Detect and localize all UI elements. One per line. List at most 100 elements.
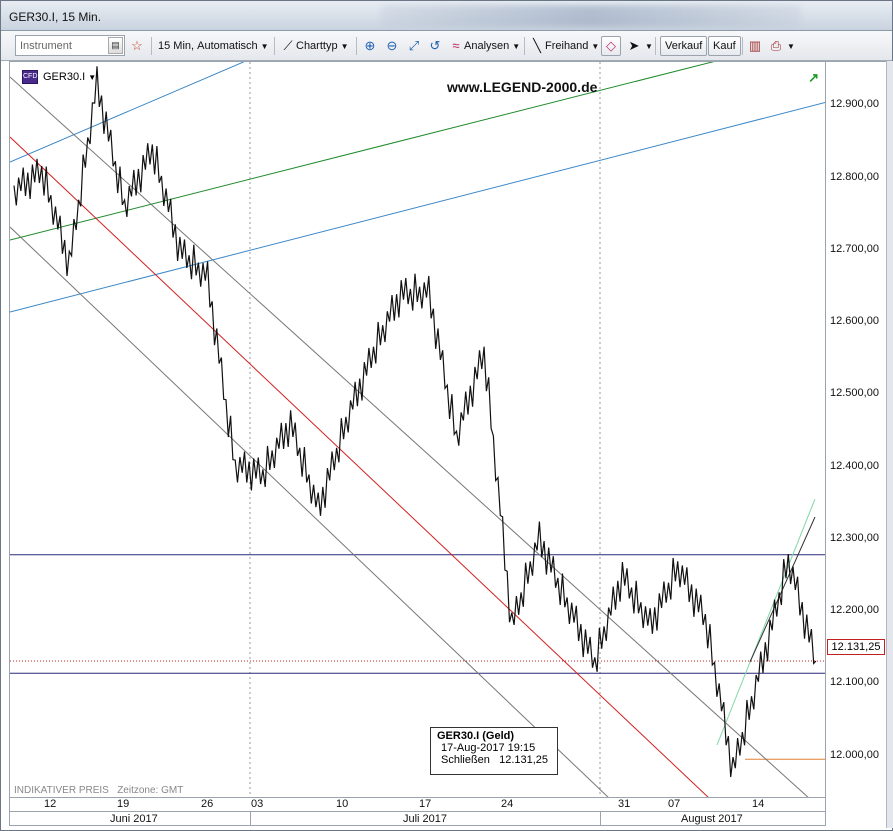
verkauf-label: Verkauf [660, 36, 708, 56]
chevron-down-icon: ▼ [591, 41, 600, 51]
zoom-in-button[interactable]: ⊕ [362, 35, 378, 57]
toolbar-divider [151, 37, 152, 55]
tooltip-close: Schließen 12.131,25 [441, 754, 551, 766]
current-price-badge: 12.131,25 [827, 639, 885, 655]
tooltip-datetime: 17-Aug-2017 19:15 [441, 742, 536, 754]
chevron-down-icon: ▼ [645, 41, 653, 51]
fit-button[interactable]: ⤢ [406, 35, 422, 57]
gray-channel-lower [10, 226, 609, 797]
symbol-label: GER30.I [43, 71, 86, 83]
kauf-button[interactable]: Kauf [708, 35, 741, 57]
tooltip-close-value: 12.131,25 [499, 754, 549, 766]
chart-options-button[interactable]: ▥ [747, 35, 763, 57]
time-axis-divider [10, 811, 825, 812]
line-chart-icon: ⟋ [283, 38, 293, 53]
green-channel-line [10, 62, 715, 241]
indicator-icon: ☆ [131, 38, 143, 53]
time-axis-label: 07 [668, 798, 681, 810]
time-axis-label: 03 [251, 798, 264, 810]
indicator-button[interactable]: ☆ [129, 35, 145, 57]
chart-toolbar: Instrument ▤ ☆ 15 Min, Automatisch ▼ ⟋ C… [1, 31, 892, 61]
price-axis[interactable]: 12.000,00 12.100,00 12.200,00 12.300,00 12.4… [826, 61, 886, 798]
scale-label: Automatisch [197, 40, 258, 52]
indicative-label: INDIKATIVER PREIS [14, 785, 109, 796]
price-axis-label: 12.500,00 [830, 387, 879, 400]
red-channel-line [10, 136, 709, 797]
price-axis-label: 12.200,00 [830, 604, 879, 617]
chevron-down-icon: ▼ [260, 41, 269, 51]
time-axis-label: 24 [501, 798, 514, 810]
price-tooltip: GER30.I (Geld) 17-Aug-2017 19:15 Schließ… [430, 727, 558, 775]
tooltip-close-label: Schließen [441, 754, 490, 766]
price-axis-label: 12.900,00 [830, 98, 879, 111]
analysen-label: Analysen [464, 40, 510, 52]
price-axis-label: 12.100,00 [830, 676, 879, 689]
price-line [13, 66, 817, 778]
title-bar-blurred-area [381, 5, 801, 27]
time-axis-label: 14 [752, 798, 765, 810]
price-axis-label: 12.800,00 [830, 170, 879, 183]
indicative-price-note: INDIKATIVER PREIS Zeitzone: GMT [14, 785, 183, 796]
eraser-icon: ◇ [601, 36, 621, 56]
verkauf-button[interactable]: Verkauf [660, 35, 708, 57]
instrument-list-icon[interactable]: ▤ [108, 37, 123, 54]
print-dropdown[interactable]: ⎙ ▼ [768, 35, 795, 57]
chevron-down-icon: ▼ [512, 41, 521, 51]
zoom-out-button[interactable]: ⊖ [384, 35, 400, 57]
blue-channel-upper [10, 62, 245, 163]
charttype-dropdown[interactable]: ⟋ Charttyp ▼ [280, 35, 349, 57]
price-axis-label: 12.600,00 [830, 315, 879, 328]
pointer-dropdown[interactable]: ➤ ▼ [626, 35, 653, 57]
draw-line-icon: ╲ [533, 38, 541, 53]
freihand-label: Freihand [545, 40, 589, 52]
time-axis[interactable]: 12 19 26 03 10 17 24 31 07 14 Juni 2017 Juli 2017 Au… [9, 798, 826, 826]
refresh-button[interactable]: ↺ [427, 35, 443, 57]
right-scrollbar[interactable] [886, 61, 893, 828]
green-uptrend-upper [716, 498, 816, 746]
fit-icon: ⤢ [408, 38, 420, 53]
title-bar: GER30.I, 15 Min. [1, 1, 892, 31]
month-divider [250, 811, 251, 825]
time-axis-label: 26 [201, 798, 214, 810]
watermark-text: www.LEGEND-2000.de [447, 79, 598, 95]
gray-channel-upper [10, 76, 809, 797]
tooltip-title: GER30.I (Geld) [437, 730, 515, 742]
toolbar-divider [655, 37, 656, 55]
window-title: GER30.I, 15 Min. [9, 10, 102, 24]
time-axis-label: 31 [618, 798, 631, 810]
symbol-selector[interactable]: CFD GER30.I ▼ [22, 70, 96, 84]
trend-arrow-icon[interactable]: ↗ [808, 70, 819, 86]
toolbar-divider [356, 37, 357, 55]
price-axis-label: 12.300,00 [830, 531, 879, 544]
freihand-dropdown[interactable]: ╲ Freihand ▼ [529, 35, 599, 57]
toolbar-divider [742, 37, 743, 55]
zoom-out-icon: ⊖ [386, 38, 398, 53]
price-axis-label: 12.400,00 [830, 459, 879, 472]
timezone-label: Zeitzone: GMT [117, 785, 184, 796]
chart-window: GER30.I, 15 Min. Instrument ▤ ☆ 15 Min, … [0, 0, 893, 831]
time-axis-label: 19 [117, 798, 130, 810]
price-chart-svg[interactable] [10, 62, 826, 798]
print-icon: ⎙ [770, 38, 782, 53]
kauf-label: Kauf [708, 36, 741, 56]
time-axis-label: 17 [419, 798, 432, 810]
month-divider [600, 811, 601, 825]
time-axis-label: 10 [336, 798, 349, 810]
chevron-down-icon: ▼ [88, 72, 97, 82]
instrument-input[interactable]: Instrument ▤ [15, 35, 125, 56]
instrument-placeholder: Instrument [20, 39, 72, 52]
chart-options-icon: ▥ [748, 38, 762, 53]
price-axis-label: 12.000,00 [830, 748, 879, 761]
chevron-down-icon: ▼ [340, 41, 349, 51]
blue-channel-lower [10, 101, 825, 313]
time-axis-label: 12 [44, 798, 57, 810]
analysen-dropdown[interactable]: ≈ Analysen ▼ [448, 35, 520, 57]
interval-dropdown[interactable]: 15 Min, Automatisch ▼ [158, 35, 269, 57]
zoom-in-icon: ⊕ [364, 38, 376, 53]
eraser-button[interactable]: ◇ [601, 35, 621, 57]
chart-plot-area[interactable]: CFD GER30.I ▼ www.LEGEND-2000.de ↗ INDIK… [9, 61, 826, 798]
cursor-icon: ➤ [628, 38, 640, 53]
interval-label: 15 Min, [158, 40, 195, 52]
refresh-icon: ↺ [429, 38, 441, 53]
charttype-label: Charttyp [296, 40, 338, 52]
